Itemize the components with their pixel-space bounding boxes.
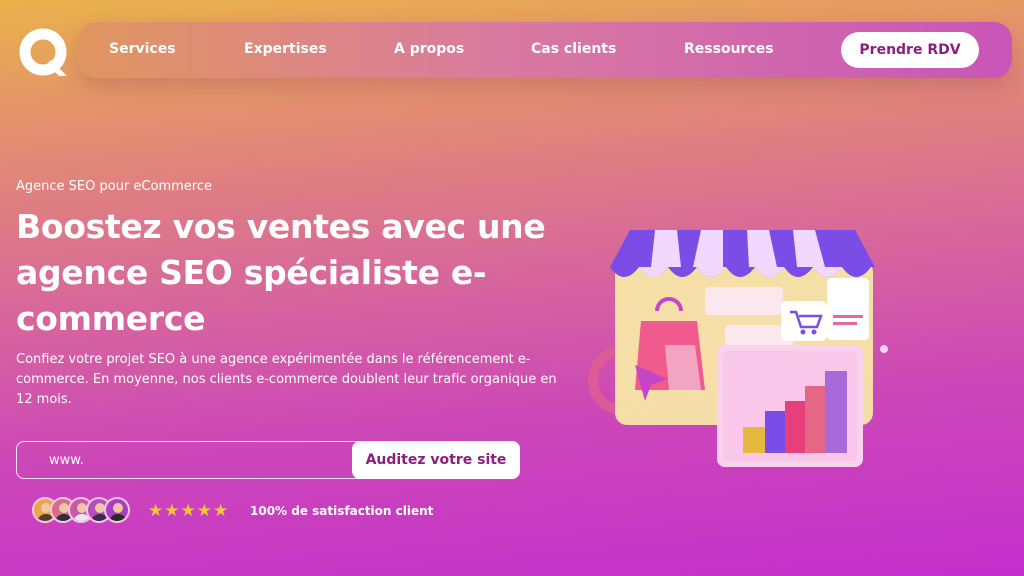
nav-item-services[interactable]: Services: [109, 41, 176, 57]
satisfaction-text: 100% de satisfaction client: [250, 504, 434, 518]
main-navigation: Services Expertises A propos Cas clients…: [78, 22, 1012, 78]
hero-title: Boostez vos ventes avec une agence SEO s…: [16, 207, 546, 338]
brand-logo[interactable]: [17, 26, 73, 82]
audit-form: Auditez votre site: [16, 441, 520, 479]
nav-item-cas-clients[interactable]: Cas clients: [531, 41, 616, 57]
nav-item-ressources[interactable]: Ressources: [684, 41, 774, 57]
nav-item-a-propos[interactable]: A propos: [394, 41, 464, 57]
book-meeting-button[interactable]: Prendre RDV: [841, 32, 979, 68]
ecommerce-illustration: [585, 215, 895, 480]
cart-icon: [781, 301, 827, 341]
hero-description: Confiez votre projet SEO à une agence ex…: [16, 352, 557, 407]
website-url-input[interactable]: [17, 442, 347, 478]
nav-item-expertises[interactable]: Expertises: [244, 41, 327, 57]
avatar: [104, 497, 130, 523]
audit-submit-button[interactable]: Auditez votre site: [352, 441, 520, 479]
shop-awning-icon: [610, 230, 875, 277]
hero-eyebrow: Agence SEO pour eCommerce: [16, 179, 212, 194]
client-avatars: [32, 497, 142, 523]
q-logo-icon: [19, 28, 67, 76]
rating-stars: ★★★★★: [148, 501, 230, 521]
